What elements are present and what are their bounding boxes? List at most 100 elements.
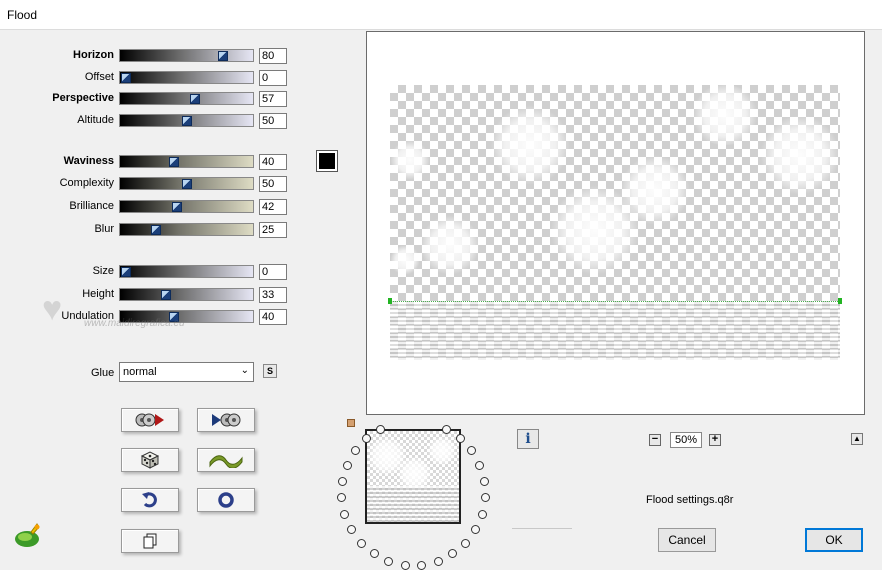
next-preset-button[interactable]	[197, 408, 255, 432]
dial-dot	[400, 560, 410, 570]
blur-label: Blur	[94, 223, 114, 235]
slider-row-altitude: Altitude 50	[0, 113, 300, 129]
dial-dot	[369, 549, 379, 559]
horizon-left-marker	[388, 298, 392, 304]
complexity-slider-thumb[interactable]	[181, 179, 192, 189]
reset-button[interactable]	[121, 408, 179, 432]
collapse-button[interactable]: ▲	[851, 433, 863, 445]
offset-label: Offset	[84, 71, 114, 83]
offset-slider-thumb[interactable]	[121, 73, 131, 83]
blur-value-field[interactable]: 25	[259, 222, 287, 238]
complexity-slider[interactable]	[119, 177, 254, 190]
program-logo-icon[interactable]	[13, 523, 43, 549]
brilliance-slider[interactable]	[119, 200, 254, 213]
blur-slider[interactable]	[119, 223, 254, 236]
altitude-value-field[interactable]: 50	[259, 113, 287, 129]
perspective-label: Perspective	[52, 92, 114, 104]
complexity-value-field[interactable]: 50	[259, 176, 287, 192]
undo-button[interactable]	[121, 488, 179, 512]
glue-select[interactable]: normal ⌄	[119, 362, 254, 382]
dial-dot	[475, 460, 485, 470]
divider	[512, 528, 572, 529]
slider-row-offset: Offset 0	[0, 70, 300, 86]
horizon-slider[interactable]	[119, 49, 254, 62]
ok-button[interactable]: OK	[805, 528, 863, 552]
dial-dot	[448, 549, 458, 559]
dial-dot	[342, 460, 352, 470]
horizon-line	[390, 301, 840, 302]
dial-dot	[479, 476, 489, 486]
undo-icon	[142, 492, 157, 508]
dialog-client-area: Horizon 80 Offset 0 Perspective 57 Altitude 50 W…	[0, 30, 882, 570]
undulation-value-field[interactable]: 40	[259, 309, 287, 325]
size-slider-thumb[interactable]	[121, 267, 131, 277]
chevron-down-icon: ⌄	[240, 365, 249, 376]
wave-icon	[209, 455, 243, 468]
title-bar: Flood	[0, 0, 882, 30]
copy-button[interactable]	[121, 529, 179, 553]
size-label: Size	[92, 265, 114, 277]
cancel-button[interactable]: Cancel	[658, 528, 716, 552]
size-slider[interactable]	[119, 265, 254, 278]
perspective-value-field[interactable]: 57	[259, 91, 287, 107]
altitude-slider[interactable]	[119, 114, 254, 127]
waviness-label: Waviness	[63, 155, 114, 167]
waviness-value-field[interactable]: 40	[259, 154, 287, 170]
zoom-out-button[interactable]: −	[649, 434, 661, 446]
zoom-level: 50%	[670, 432, 702, 448]
dial-dot	[384, 556, 394, 566]
altitude-slider-thumb[interactable]	[181, 116, 192, 126]
horizon-value-field[interactable]: 80	[259, 48, 287, 64]
dial-dot	[340, 509, 350, 519]
waviness-slider-thumb[interactable]	[169, 157, 180, 167]
window-title: Flood	[7, 8, 38, 22]
circle-button[interactable]	[197, 488, 255, 512]
settings-file-label: Flood settings.q8r	[646, 494, 734, 506]
glue-label: Glue	[91, 367, 115, 379]
slider-row-horizon: Horizon 80	[0, 48, 300, 64]
size-value-field[interactable]: 0	[259, 264, 287, 280]
navigator-thumbnail[interactable]	[365, 429, 461, 524]
dial-dot	[455, 434, 465, 444]
color-swatch[interactable]	[316, 150, 338, 172]
brilliance-value-field[interactable]: 42	[259, 199, 287, 215]
preview-image	[390, 85, 840, 360]
slider-row-waviness: Waviness 40	[0, 154, 300, 170]
next-preset-icon	[212, 413, 241, 427]
waviness-slider[interactable]	[119, 155, 254, 168]
offset-value-field[interactable]: 0	[259, 70, 287, 86]
horizon-slider-thumb[interactable]	[217, 51, 228, 61]
horizon-right-marker	[838, 298, 842, 304]
zoom-in-button[interactable]: +	[709, 434, 721, 446]
dial-dot	[433, 556, 443, 566]
dial-dot	[480, 493, 490, 503]
preview-canvas[interactable]	[366, 31, 865, 415]
heart-logo-icon: ♥	[42, 290, 63, 328]
blur-slider-thumb[interactable]	[151, 225, 162, 235]
randomize-button[interactable]	[121, 448, 179, 472]
randomize-dice-icon	[140, 451, 160, 469]
dial-dot	[471, 525, 481, 535]
dial-dot	[356, 538, 366, 548]
glue-selected-value: normal	[123, 366, 157, 378]
watermark: ♥ www.maidiregrafica.eu	[40, 288, 230, 338]
slider-row-complexity: Complexity 50	[0, 176, 300, 192]
slider-row-size: Size 0	[0, 264, 300, 280]
wave-button[interactable]	[197, 448, 255, 472]
offset-slider[interactable]	[119, 71, 254, 84]
height-value-field[interactable]: 33	[259, 287, 287, 303]
dial-dot	[337, 493, 347, 503]
info-button[interactable]: i	[517, 429, 539, 449]
s-button[interactable]: S	[263, 364, 277, 378]
dial-dot	[417, 560, 427, 570]
slider-row-perspective: Perspective 57	[0, 91, 300, 107]
perspective-slider[interactable]	[119, 92, 254, 105]
navigator-handle[interactable]	[347, 419, 355, 427]
dial-dot	[346, 525, 356, 535]
water-reflection	[390, 302, 840, 360]
brilliance-slider-thumb[interactable]	[171, 202, 182, 212]
watermark-text: www.maidiregrafica.eu	[84, 318, 185, 329]
brilliance-label: Brilliance	[69, 200, 114, 212]
dial-dot	[461, 538, 471, 548]
perspective-slider-thumb[interactable]	[189, 94, 200, 104]
